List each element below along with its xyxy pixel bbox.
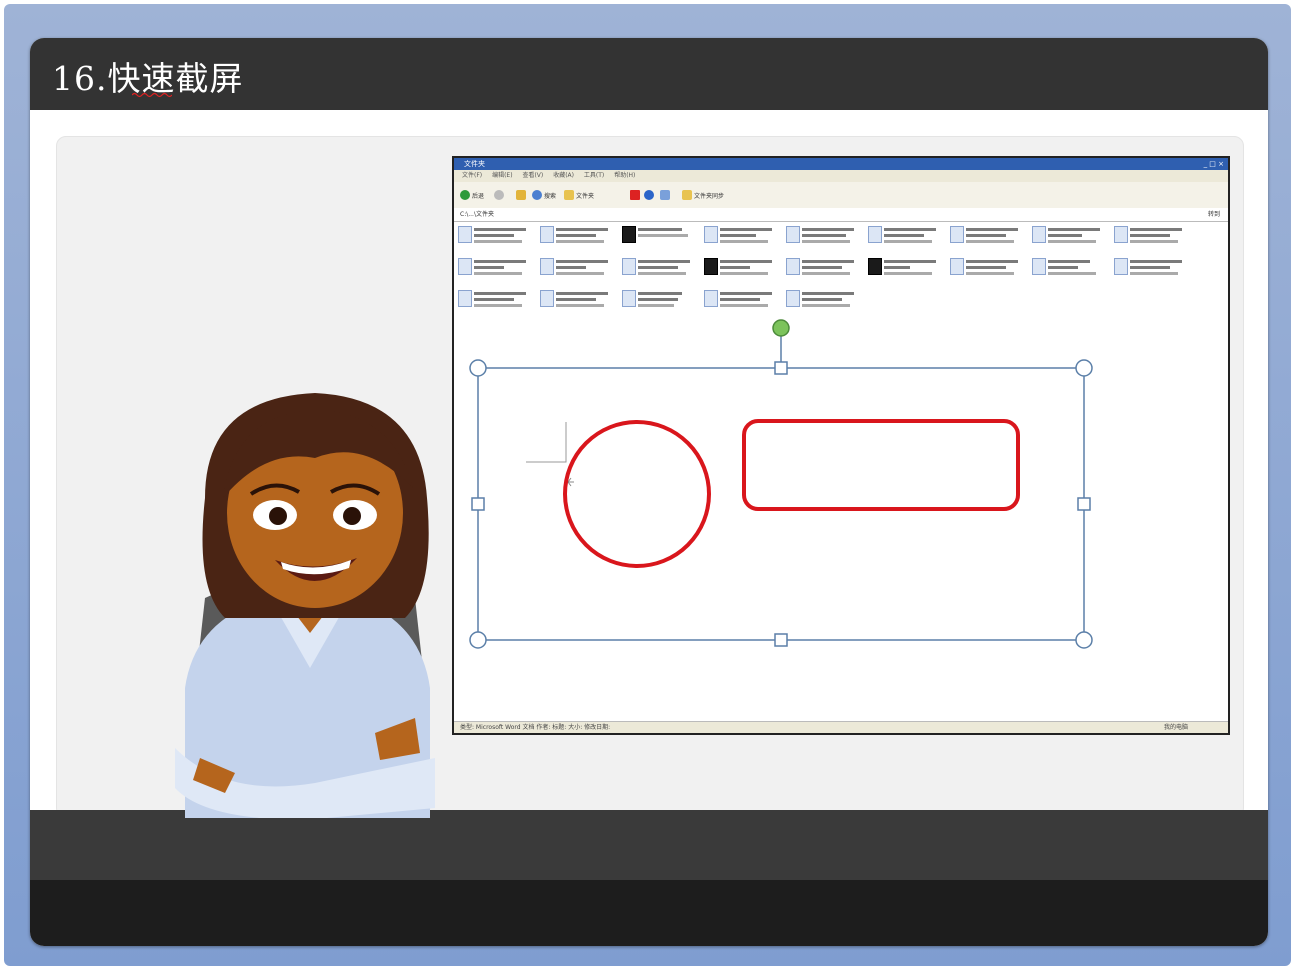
status-left: 类型: Microsoft Word 文档 作者: 标题: 大小: 修改日期: — [460, 724, 611, 731]
resize-handle-s[interactable] — [774, 633, 788, 647]
resize-handle-n[interactable] — [774, 361, 788, 375]
resize-handle-w[interactable] — [471, 497, 485, 511]
cursor-icon — [567, 477, 574, 487]
presenter-avatar — [175, 393, 435, 818]
screenshot-panel: 文件夹 _ □ × 文件(F) 编辑(E) 查看(V) 收藏(A) 工具(T) … — [452, 156, 1230, 735]
red-rounded-rect-shape[interactable] — [742, 419, 1020, 511]
resize-handle-e[interactable] — [1077, 497, 1091, 511]
selection-box[interactable] — [477, 367, 1085, 641]
slide: 16.快速截屏 文件夹 _ □ × 文件(F) 编辑(E) 查看(V) 收藏(A… — [30, 38, 1268, 946]
right-pupil — [343, 507, 361, 525]
status-right: 我的电脑 — [1163, 724, 1188, 731]
corner-mark — [526, 422, 567, 463]
resize-handle-sw[interactable] — [469, 631, 487, 649]
resize-handle-ne[interactable] — [1075, 359, 1093, 377]
title-bar: 16.快速截屏 — [30, 38, 1268, 110]
spellcheck-squiggle — [132, 92, 172, 98]
left-pupil — [269, 507, 287, 525]
red-circle-shape[interactable] — [563, 420, 711, 568]
resize-handle-se[interactable] — [1075, 631, 1093, 649]
rotate-handle[interactable] — [772, 319, 790, 337]
resize-handle-nw[interactable] — [469, 359, 487, 377]
floor-bar — [30, 880, 1268, 946]
explorer-status-bar: 类型: Microsoft Word 文档 作者: 标题: 大小: 修改日期: … — [454, 721, 1228, 733]
drawing-canvas — [469, 319, 1093, 649]
desk — [30, 810, 1268, 880]
